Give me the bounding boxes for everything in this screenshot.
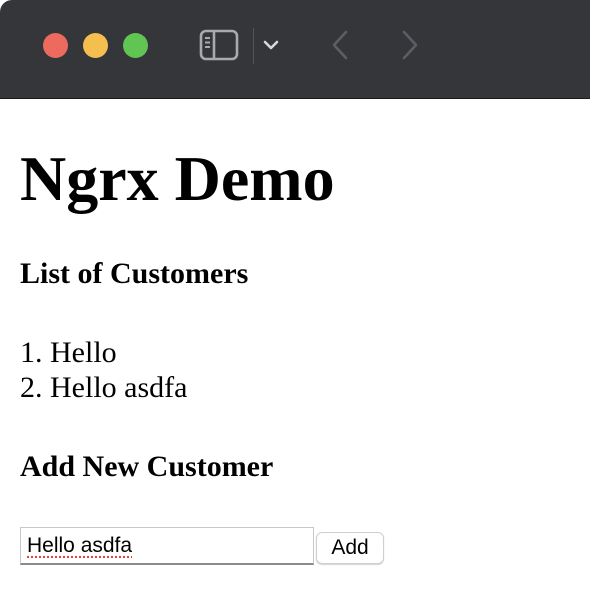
zoom-window-button[interactable] [123,33,148,58]
list-item-number: 2. [20,371,43,404]
minimize-window-button[interactable] [83,33,108,58]
customer-name-input[interactable] [20,527,314,565]
list-item-name: Hello [50,336,117,369]
toolbar-divider [253,28,254,64]
list-item-number: 1. [20,336,43,369]
back-button[interactable] [328,29,352,61]
add-button[interactable]: Add [316,532,384,564]
list-item: 1. Hello [20,335,187,370]
add-customer-heading: Add New Customer [20,450,274,483]
customer-list: 1. Hello 2. Hello asdfa [20,335,187,405]
list-item-name: Hello asdfa [50,371,188,404]
chevron-down-icon [263,40,279,50]
browser-toolbar [0,0,590,99]
back-arrow-icon [332,30,348,60]
forward-arrow-icon [402,30,418,60]
page-title: Ngrx Demo [20,143,335,214]
sidebar-toggle-button[interactable] [199,29,239,61]
sidebar-icon [199,29,239,61]
close-window-button[interactable] [43,33,68,58]
page-content: Ngrx Demo List of Customers 1. Hello 2. … [0,99,590,612]
sidebar-menu-button[interactable] [261,36,281,54]
customers-heading: List of Customers [20,257,249,290]
forward-button[interactable] [398,29,422,61]
browser-window: Ngrx Demo List of Customers 1. Hello 2. … [0,0,590,612]
list-item: 2. Hello asdfa [20,370,187,405]
